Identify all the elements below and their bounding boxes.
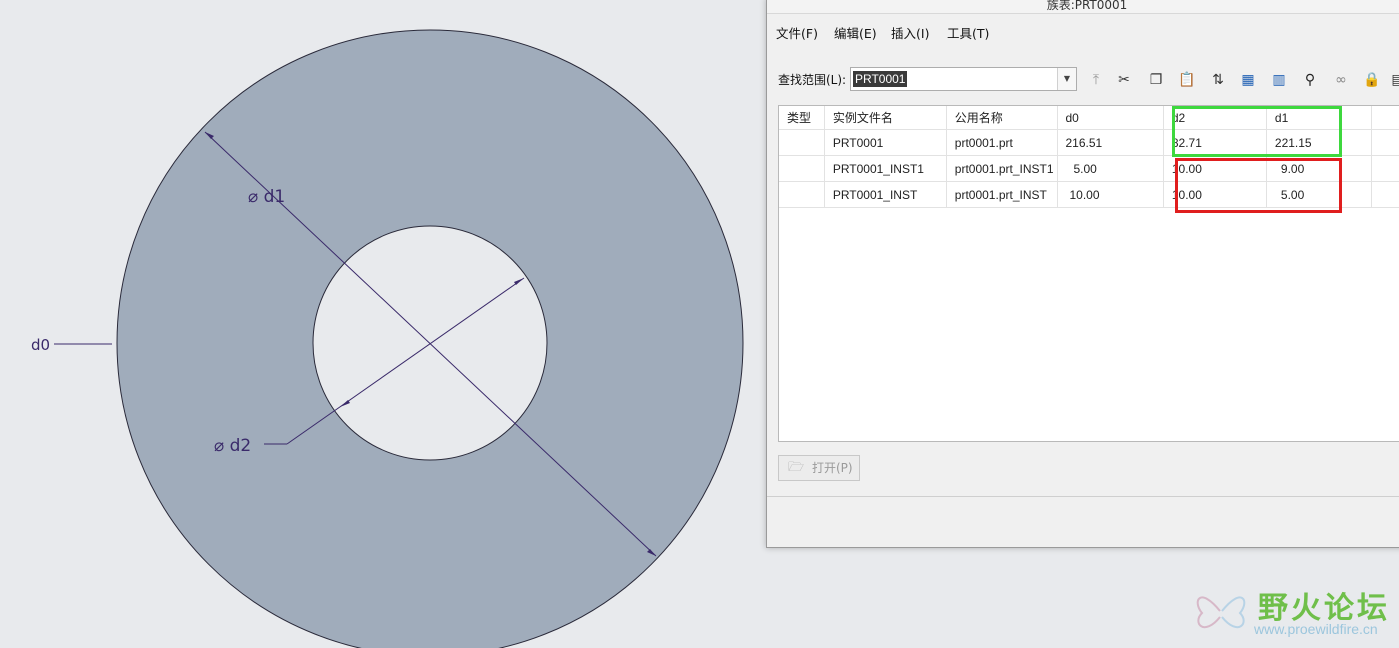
col-header-empty [1371,106,1399,130]
cell-common[interactable]: prt0001.prt [946,129,1058,156]
cell-instance[interactable]: PRT0001_INST [824,181,947,208]
open-button-label: 打开(P) [812,461,853,475]
add-column-icon[interactable]: ▦ [1237,69,1259,91]
col-header-instance[interactable]: 实例文件名 [824,106,947,130]
menu-file[interactable]: 文件(F) [776,23,818,45]
scope-value: PRT0001 [853,71,908,87]
dialog-title: 族表:PRT0001 [767,0,1399,14]
cell-common[interactable]: prt0001.prt_INST [946,181,1058,208]
dim-d0-label[interactable]: d0 [31,336,50,354]
copy-icon[interactable]: ❐ [1145,69,1167,91]
cell-d0[interactable]: 216.51 [1057,129,1164,156]
cell-empty [1371,155,1399,182]
toolbar: 查找范围(L): PRT0001 ▼ ⤒ ✂ ❐ 📋 ⇅ ▦ ▥ ⚲ ∞ 🔒 ▤ [767,65,1399,95]
butterfly-icon [1196,596,1246,629]
lock-icon[interactable]: 🔒 [1361,69,1383,91]
watermark-url: www.proewildfire.cn [1254,621,1378,637]
table-icon[interactable]: ▥ [1268,69,1290,91]
dim-d2-label[interactable]: ⌀ d2 [214,436,251,456]
menu-bar: 文件(F) 编辑(E) 插入(I) 工具(T) [767,23,1399,45]
insert-level-icon[interactable]: ⤒ [1085,69,1107,91]
cell-type[interactable] [779,181,825,208]
dim-d1-label[interactable]: ⌀ d1 [248,187,285,207]
find-icon[interactable]: ⚲ [1299,69,1321,91]
glasses-icon[interactable]: ∞ [1330,69,1352,91]
cell-empty [1371,129,1399,156]
folder-open-icon: 🗁 [788,460,805,475]
open-button[interactable]: 🗁 打开(P) [778,455,860,481]
highlight-red-box [1175,158,1342,213]
scope-dropdown[interactable]: PRT0001 ▼ [850,67,1077,91]
cell-empty [1371,181,1399,208]
cell-instance[interactable]: PRT0001_INST1 [824,155,947,182]
scope-label: 查找范围(L): [778,73,847,87]
family-table-dialog: 族表:PRT0001 文件(F) 编辑(E) 插入(I) 工具(T) 查找范围(… [766,0,1399,548]
menu-insert[interactable]: 插入(I) [891,23,929,45]
cell-common[interactable]: prt0001.prt_INST1 [946,155,1058,182]
paste-icon[interactable]: 📋 [1176,69,1198,91]
sort-icon[interactable]: ⇅ [1207,69,1229,91]
more-icon[interactable]: ▤ [1387,69,1399,91]
cell-type[interactable] [779,129,825,156]
cell-d0[interactable]: 5.00 [1057,155,1164,182]
cell-d0[interactable]: 10.00 [1057,181,1164,208]
col-header-type[interactable]: 类型 [779,106,825,130]
divider [767,496,1399,497]
cut-icon[interactable]: ✂ [1113,69,1135,91]
chevron-down-icon[interactable]: ▼ [1057,68,1076,90]
highlight-green-box [1172,106,1342,157]
menu-tools[interactable]: 工具(T) [947,23,989,45]
col-header-d0[interactable]: d0 [1057,106,1164,130]
cell-type[interactable] [779,155,825,182]
watermark-logo: 野火论坛 www.proewildfire.cn [1188,581,1394,641]
cell-instance[interactable]: PRT0001 [824,129,947,156]
menu-edit[interactable]: 编辑(E) [834,23,877,45]
col-header-common[interactable]: 公用名称 [946,106,1058,130]
